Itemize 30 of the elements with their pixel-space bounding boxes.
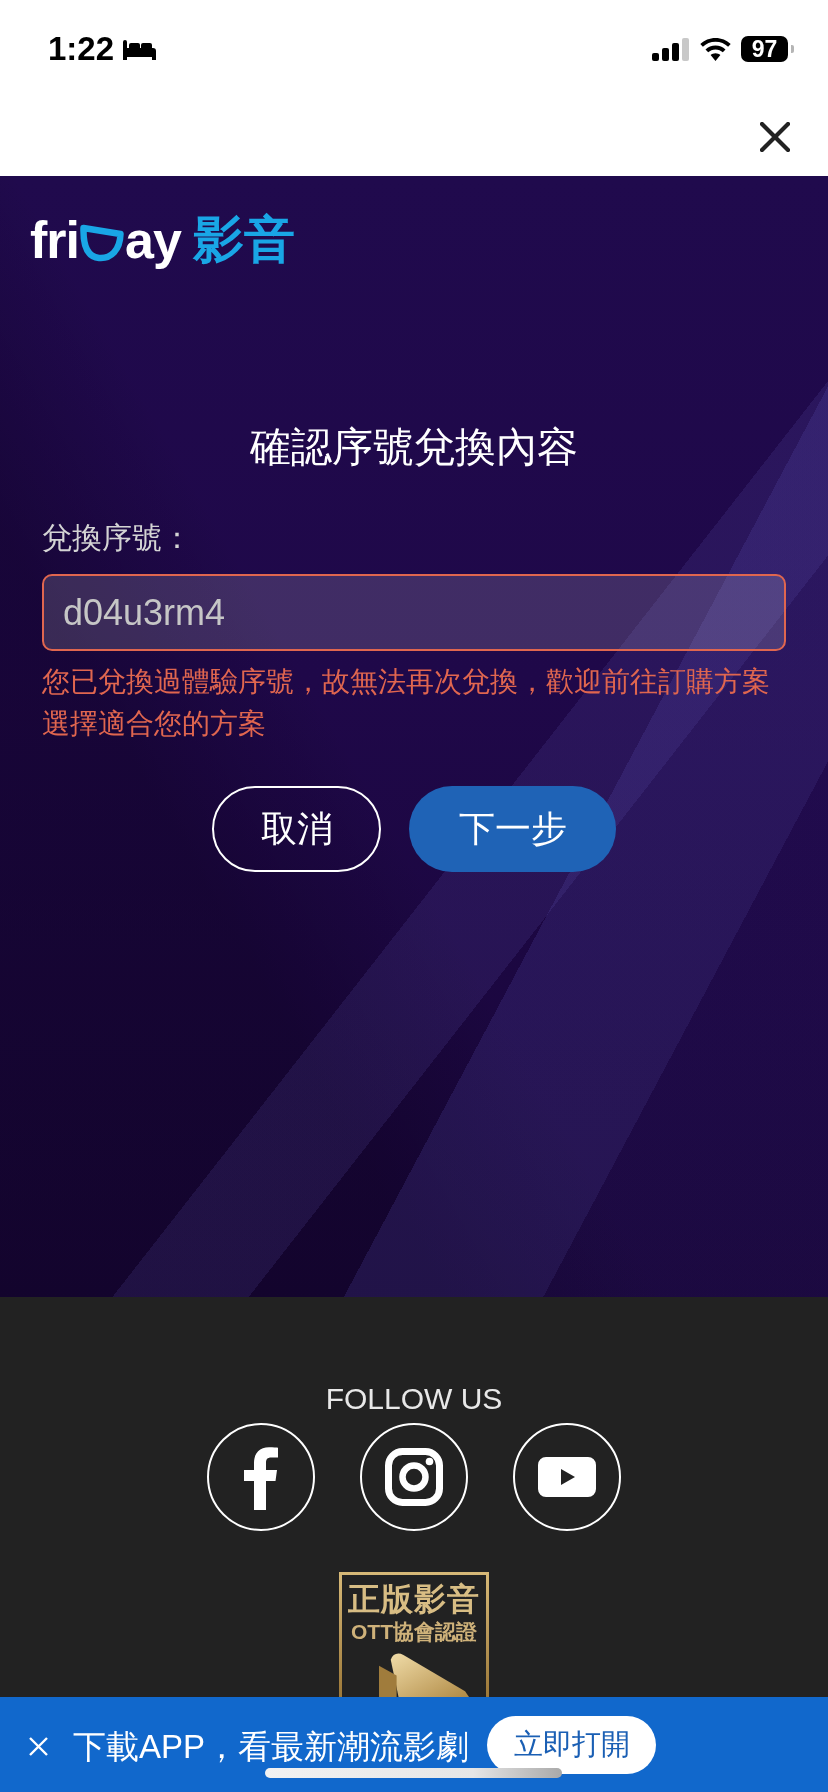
serial-input[interactable]: d04u3rm4	[42, 574, 786, 651]
cancel-button[interactable]: 取消	[212, 786, 381, 872]
open-app-button[interactable]: 立即打開	[487, 1715, 657, 1774]
banner-text: 下載APP，看最新潮流影劇	[73, 1726, 470, 1767]
close-button[interactable]	[760, 122, 790, 152]
youtube-icon	[538, 1457, 596, 1497]
follow-us-heading: FOLLOW US	[324, 1381, 504, 1417]
page-title: 確認序號兌換內容	[249, 423, 579, 472]
bed-icon	[123, 38, 157, 60]
wifi-icon	[700, 37, 731, 61]
facebook-icon	[244, 1444, 278, 1510]
status-time: 1:22	[48, 29, 115, 69]
logo-suffix: 影音	[192, 210, 295, 270]
error-message: 您已兌換過體驗序號，故無法再次兌換，歡迎前往訂購方案選擇適合您的方案	[42, 665, 771, 741]
logo-mark-icon	[80, 224, 124, 262]
facebook-link[interactable]	[207, 1423, 315, 1531]
play-logo-icon	[378, 1652, 470, 1697]
field-label: 兌換序號：	[42, 520, 193, 556]
badge-title: 正版影音	[348, 1581, 480, 1617]
logo-text: fri	[30, 210, 79, 270]
instagram-link[interactable]	[360, 1423, 468, 1531]
signal-icon	[652, 37, 689, 61]
logo-text: ay	[125, 210, 181, 270]
next-button[interactable]: 下一步	[409, 786, 616, 872]
youtube-link[interactable]	[513, 1423, 621, 1531]
close-icon	[760, 122, 790, 152]
instagram-icon	[385, 1448, 443, 1506]
close-icon	[29, 1737, 48, 1756]
badge-subtitle: OTT協會認證	[351, 1619, 477, 1645]
battery-indicator: 97	[741, 36, 794, 62]
